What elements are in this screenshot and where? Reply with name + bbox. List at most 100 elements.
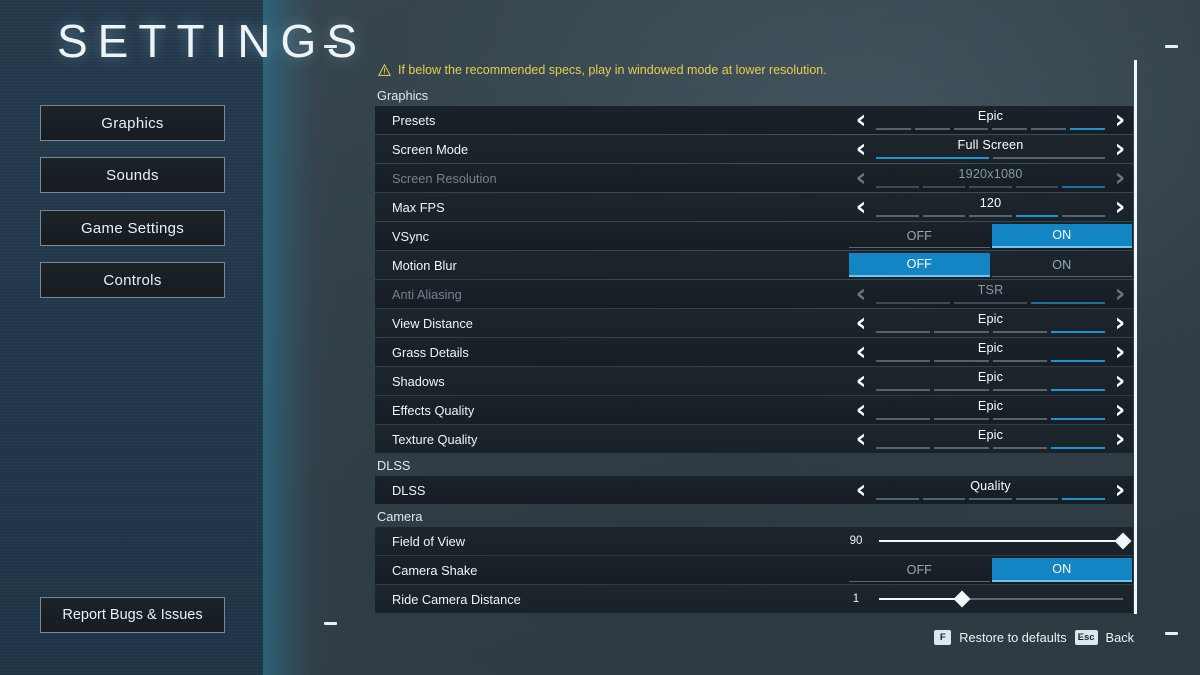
toggle-control: OFF ON bbox=[848, 556, 1133, 584]
chevron-right-icon[interactable]: › bbox=[1107, 367, 1133, 395]
chevron-right-icon[interactable]: › bbox=[1107, 396, 1133, 424]
stepper-value: Epic bbox=[977, 341, 1004, 355]
chevron-left-icon[interactable]: ‹ bbox=[848, 425, 874, 453]
stepper-control: ‹ Epic › bbox=[848, 367, 1133, 395]
chevron-left-icon[interactable]: ‹ bbox=[848, 309, 874, 337]
toggle-option-off[interactable]: OFF bbox=[849, 558, 990, 582]
setting-label: Effects Quality bbox=[392, 402, 475, 418]
setting-row-screen-mode[interactable]: Screen Mode ‹ Full Screen › bbox=[375, 135, 1133, 163]
stepper-segments bbox=[876, 127, 1105, 130]
setting-label: View Distance bbox=[392, 315, 473, 331]
stepper-segment bbox=[922, 497, 966, 500]
stepper-segment bbox=[876, 417, 931, 420]
chevron-left-icon[interactable]: ‹ bbox=[848, 193, 874, 221]
setting-row-camera-shake[interactable]: Camera Shake OFF ON bbox=[375, 556, 1133, 584]
setting-row-screen-resolution: Screen Resolution ‹ 1920x1080 › bbox=[375, 164, 1133, 192]
chevron-left-icon[interactable]: ‹ bbox=[848, 367, 874, 395]
toggle-option-on[interactable]: ON bbox=[991, 558, 1132, 582]
chevron-right-icon[interactable]: › bbox=[1107, 106, 1133, 134]
setting-row-max-fps[interactable]: Max FPS ‹ 120 › bbox=[375, 193, 1133, 221]
stepper-segment bbox=[969, 214, 1012, 217]
stepper-value-wrap: Epic bbox=[874, 425, 1107, 453]
stepper-value: Full Screen bbox=[957, 138, 1024, 152]
report-bugs-button[interactable]: Report Bugs & Issues bbox=[40, 597, 225, 633]
chevron-left-icon[interactable]: ‹ bbox=[848, 396, 874, 424]
stepper-control: ‹ Epic › bbox=[848, 309, 1133, 337]
setting-row-grass-details[interactable]: Grass Details ‹ Epic › bbox=[375, 338, 1133, 366]
stepper-value-wrap: Epic bbox=[874, 309, 1107, 337]
stepper-segment bbox=[1031, 301, 1106, 304]
chevron-left-icon[interactable]: ‹ bbox=[848, 476, 874, 504]
setting-row-field-of-view[interactable]: Field of View 90 bbox=[375, 527, 1133, 555]
corner-marker-bottom-left bbox=[324, 622, 337, 625]
stepper-segments bbox=[876, 301, 1106, 304]
stepper-value: Quality bbox=[970, 479, 1011, 493]
chevron-right-icon[interactable]: › bbox=[1107, 309, 1133, 337]
stepper-segment bbox=[934, 417, 989, 420]
setting-label: Texture Quality bbox=[392, 431, 478, 447]
toggle-option-off[interactable]: OFF bbox=[849, 253, 990, 277]
setting-row-presets[interactable]: Presets ‹ Epic › bbox=[375, 106, 1133, 134]
stepper-control: ‹ 120 › bbox=[848, 193, 1133, 221]
slider-value: 1 bbox=[852, 593, 860, 605]
stepper-segment bbox=[876, 185, 919, 188]
restore-defaults-label[interactable]: Restore to defaults bbox=[959, 630, 1066, 645]
chevron-left-icon[interactable]: ‹ bbox=[848, 338, 874, 366]
stepper-segment bbox=[992, 417, 1047, 420]
sidebar-item-label: Sounds bbox=[106, 166, 159, 184]
slider-track[interactable] bbox=[879, 527, 1132, 555]
setting-row-texture-quality[interactable]: Texture Quality ‹ Epic › bbox=[375, 425, 1133, 453]
stepper-segment bbox=[992, 359, 1047, 362]
stepper-segments bbox=[876, 214, 1105, 217]
sidebar-item-sounds[interactable]: Sounds bbox=[40, 157, 225, 193]
chevron-right-icon[interactable]: › bbox=[1107, 425, 1133, 453]
slider-handle[interactable] bbox=[953, 590, 971, 608]
scrollbar[interactable] bbox=[1134, 60, 1137, 614]
slider-fill bbox=[879, 598, 962, 600]
toggle-option-off[interactable]: OFF bbox=[849, 224, 990, 248]
footer-hints: F Restore to defaults Esc Back bbox=[934, 630, 1134, 645]
stepper-segment bbox=[876, 497, 919, 500]
stepper-segment bbox=[876, 359, 931, 362]
stepper-value: Epic bbox=[977, 312, 1004, 326]
slider-handle[interactable] bbox=[1114, 532, 1132, 550]
stepper-value: Epic bbox=[977, 428, 1004, 442]
setting-row-ride-camera-distance[interactable]: Ride Camera Distance 1 bbox=[375, 585, 1133, 613]
chevron-right-icon[interactable]: › bbox=[1107, 135, 1133, 163]
setting-label: DLSS bbox=[392, 482, 426, 498]
setting-label: Shadows bbox=[392, 373, 445, 389]
setting-row-view-distance[interactable]: View Distance ‹ Epic › bbox=[375, 309, 1133, 337]
setting-label: Max FPS bbox=[392, 199, 445, 215]
chevron-right-icon[interactable]: › bbox=[1107, 476, 1133, 504]
sidebar-item-game-settings[interactable]: Game Settings bbox=[40, 210, 225, 246]
settings-list[interactable]: Graphics Presets ‹ Epic › Screen Mode ‹ Full Sc… bbox=[375, 84, 1133, 614]
stepper-value-wrap: Full Screen bbox=[874, 135, 1107, 163]
chevron-left-icon[interactable]: ‹ bbox=[848, 135, 874, 163]
chevron-right-icon[interactable]: › bbox=[1107, 193, 1133, 221]
stepper-segments bbox=[876, 417, 1105, 420]
chevron-left-icon: ‹ bbox=[855, 279, 867, 309]
sidebar-item-controls[interactable]: Controls bbox=[40, 262, 225, 298]
setting-row-vsync[interactable]: VSync OFF ON bbox=[375, 222, 1133, 250]
toggle-option-on[interactable]: ON bbox=[991, 224, 1132, 248]
toggle-option-on[interactable]: ON bbox=[991, 253, 1132, 277]
chevron-left-icon[interactable]: ‹ bbox=[848, 106, 874, 134]
stepper-value-wrap: 120 bbox=[874, 193, 1107, 221]
stepper-segment bbox=[1015, 497, 1059, 500]
setting-row-effects-quality[interactable]: Effects Quality ‹ Epic › bbox=[375, 396, 1133, 424]
setting-label: Grass Details bbox=[392, 344, 469, 360]
setting-label: Screen Mode bbox=[392, 141, 469, 157]
chevron-right-icon[interactable]: › bbox=[1107, 338, 1133, 366]
sidebar-item-graphics[interactable]: Graphics bbox=[40, 105, 225, 141]
slider-track[interactable] bbox=[879, 585, 1123, 613]
setting-row-dlss[interactable]: DLSS ‹ Quality › bbox=[375, 476, 1133, 504]
stepper-segment bbox=[876, 330, 931, 333]
group-header-camera: Camera bbox=[377, 508, 423, 524]
back-label[interactable]: Back bbox=[1106, 630, 1134, 645]
toggle-control: OFF ON bbox=[848, 222, 1133, 250]
setting-label: Screen Resolution bbox=[392, 170, 497, 186]
setting-row-shadows[interactable]: Shadows ‹ Epic › bbox=[375, 367, 1133, 395]
setting-row-motion-blur[interactable]: Motion Blur OFF ON bbox=[375, 251, 1133, 279]
sidebar-item-label: Graphics bbox=[101, 114, 164, 132]
chevron-left-icon: ‹ bbox=[855, 163, 867, 193]
